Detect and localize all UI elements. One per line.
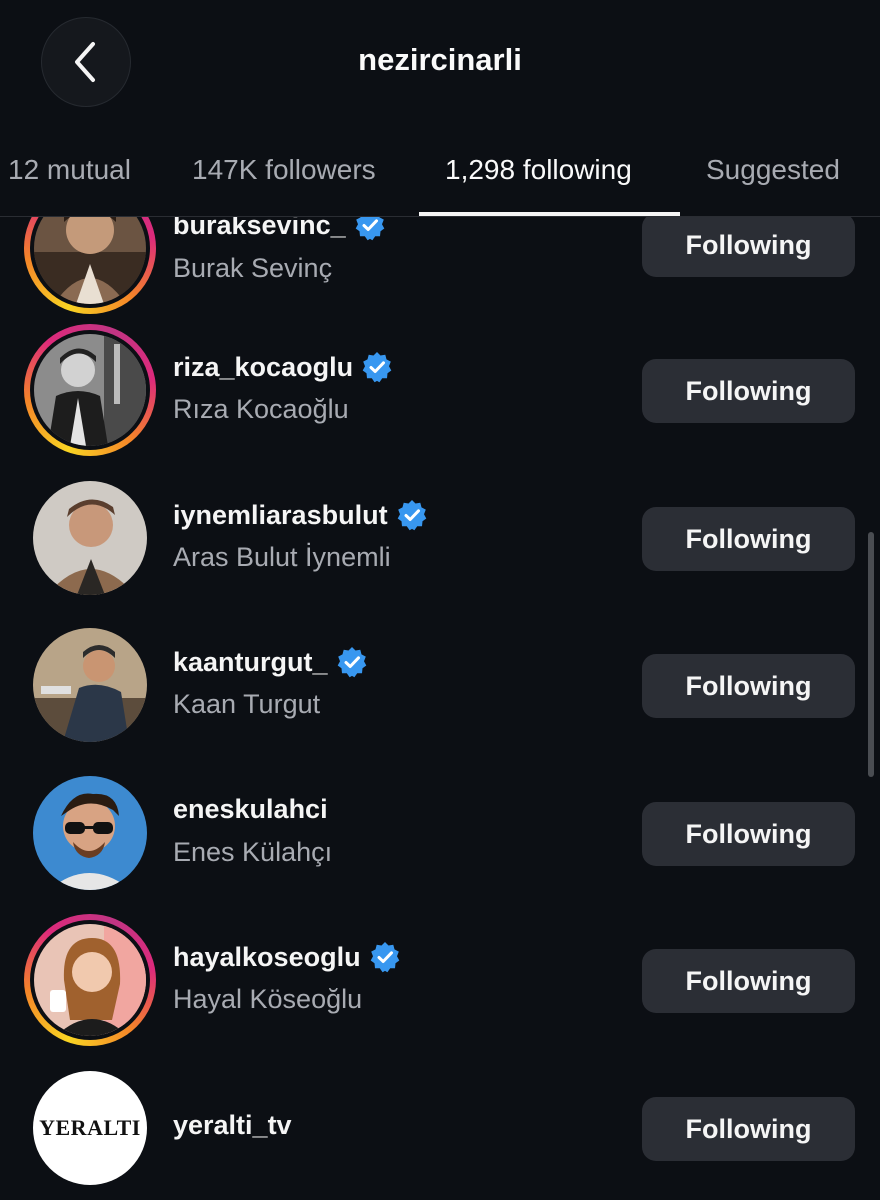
following-list-screen: nezircinarli 12 mutual 147K followers 1,… (0, 0, 880, 1200)
list-item[interactable]: riza_kocaoglu Rıza Kocaoğlu Following (0, 324, 880, 471)
username[interactable]: hayalkoseoglu (173, 942, 361, 973)
avatar: YERALTI (33, 1071, 147, 1185)
list-item[interactable]: iynemliarasbulut Aras Bulut İynemli Foll… (0, 472, 880, 619)
following-button[interactable]: Following (642, 359, 855, 423)
verified-badge-icon (370, 942, 399, 973)
following-button[interactable]: Following (642, 654, 855, 718)
scrollbar[interactable] (868, 532, 874, 777)
following-button[interactable]: Following (642, 802, 855, 866)
username[interactable]: riza_kocaoglu (173, 352, 353, 383)
following-button[interactable]: Following (642, 949, 855, 1013)
username[interactable]: kaanturgut_ (173, 647, 328, 678)
username[interactable]: buraksevinc_ (173, 217, 346, 241)
avatar-wrapper[interactable] (24, 472, 156, 604)
story-ring[interactable] (24, 324, 156, 456)
avatar (34, 334, 146, 446)
verified-badge-icon (362, 352, 392, 383)
avatar (34, 924, 146, 1036)
tab-followers[interactable]: 147K followers (192, 154, 376, 186)
avatar (33, 776, 147, 890)
story-ring[interactable] (24, 914, 156, 1046)
tab-bar: 12 mutual 147K followers 1,298 following… (0, 140, 880, 216)
tab-suggested[interactable]: Suggested (706, 154, 840, 186)
full-name: Enes Külahçı (173, 837, 333, 867)
list-item[interactable]: YERALTI yeralti_tv Following (0, 1062, 880, 1200)
yeralti-logo: YERALTI (33, 1071, 147, 1185)
full-name: Kaan Turgut (173, 689, 321, 719)
full-name: Burak Sevinç (173, 253, 333, 283)
avatar (33, 481, 147, 595)
full-name: Aras Bulut İynemli (173, 542, 391, 572)
verified-badge-icon (337, 647, 366, 678)
following-button[interactable]: Following (642, 217, 855, 277)
list-item[interactable]: kaanturgut_ Kaan Turgut Following (0, 619, 880, 766)
full-name: Rıza Kocaoğlu (173, 394, 349, 424)
full-name: Hayal Köseoğlu (173, 984, 363, 1014)
username[interactable]: eneskulahci (173, 794, 328, 825)
list-item[interactable]: buraksevinc_ Burak Sevinç Following (0, 217, 880, 314)
avatar (33, 628, 147, 742)
username[interactable]: iynemliarasbulut (173, 500, 388, 531)
username[interactable]: yeralti_tv (173, 1110, 292, 1141)
avatar-wrapper[interactable]: YERALTI (24, 1062, 156, 1194)
list-item[interactable]: hayalkoseoglu Hayal Köseoğlu Following (0, 914, 880, 1061)
following-button[interactable]: Following (642, 1097, 855, 1161)
verified-badge-icon (355, 217, 384, 241)
tab-following[interactable]: 1,298 following (445, 154, 632, 186)
avatar-wrapper[interactable] (24, 767, 156, 899)
verified-badge-icon (397, 500, 426, 531)
page-title: nezircinarli (358, 42, 522, 77)
following-list: buraksevinc_ Burak Sevinç Following riza… (0, 217, 880, 1200)
tab-mutual[interactable]: 12 mutual (8, 154, 131, 186)
story-ring[interactable] (24, 217, 156, 314)
avatar-wrapper[interactable] (24, 619, 156, 751)
following-button[interactable]: Following (642, 507, 855, 571)
list-item[interactable]: eneskulahci Enes Külahçı Following (0, 767, 880, 914)
